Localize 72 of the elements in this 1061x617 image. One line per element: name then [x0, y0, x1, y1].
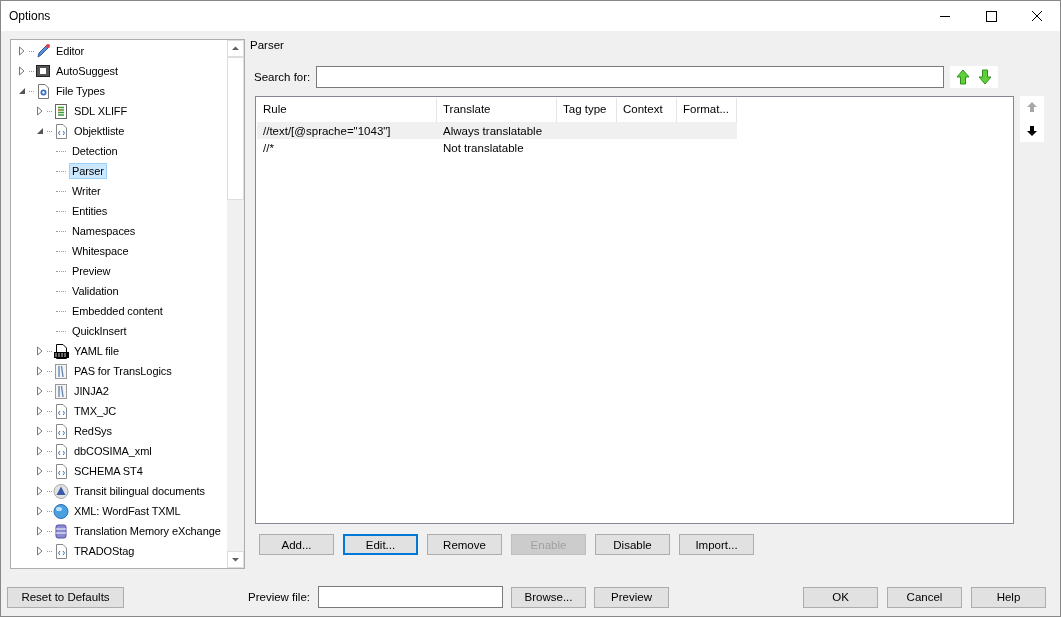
tree-item[interactable]: Validation: [69, 283, 122, 299]
code-file-icon: [53, 462, 69, 480]
tree-item[interactable]: dbCOSIMA_xml: [71, 443, 155, 459]
tree-item[interactable]: RedSys: [71, 423, 115, 439]
reset-button[interactable]: Reset to Defaults: [7, 586, 124, 608]
tree-item[interactable]: Entities: [69, 203, 111, 219]
window-title: Options: [8, 9, 51, 23]
book-icon: [53, 382, 69, 400]
tree-item[interactable]: Translation Memory eXchange: [71, 523, 224, 539]
action-button[interactable]: Import...: [679, 534, 754, 555]
cancel-button[interactable]: Cancel: [887, 586, 962, 608]
move-up-icon[interactable]: [1026, 100, 1038, 114]
scroll-up-icon[interactable]: [227, 40, 244, 57]
arrow-up-icon[interactable]: [956, 69, 971, 85]
tree-item[interactable]: Editor: [53, 43, 88, 59]
code-file-icon: [53, 542, 69, 560]
tree-item[interactable]: SCHEMA ST4: [71, 463, 146, 479]
search-label: Search for:: [254, 71, 311, 83]
table-cell-text: //*: [262, 141, 275, 154]
scrollbar[interactable]: [227, 40, 244, 568]
code-file-icon: [53, 422, 69, 440]
tree-item[interactable]: Embedded content: [69, 303, 166, 319]
tree-item[interactable]: Writer: [69, 183, 104, 199]
preview-button[interactable]: Preview: [594, 586, 669, 608]
pencil-icon: [35, 42, 51, 60]
book-icon: [53, 362, 69, 380]
list-document-icon: [53, 102, 69, 120]
scroll-thumb[interactable]: [227, 57, 244, 200]
code-file-icon: [53, 442, 69, 460]
tree-item[interactable]: Whitespace: [69, 243, 132, 259]
table-cell-text: Always translatable: [442, 124, 544, 137]
tree-item[interactable]: QuickInsert: [69, 323, 130, 339]
tree-item[interactable]: PAS for TransLogics: [71, 363, 175, 379]
tree-item[interactable]: AutoSuggest: [53, 63, 121, 79]
tree-item[interactable]: YAML file: [71, 343, 122, 359]
tree-item[interactable]: SDL XLIFF: [71, 103, 131, 119]
gear-file-icon: [35, 82, 51, 100]
ok-button[interactable]: OK: [803, 586, 878, 608]
table-cell-text: Not translatable: [442, 141, 525, 154]
code-file-icon: [53, 402, 69, 420]
action-button[interactable]: Disable: [595, 534, 670, 555]
tree-item[interactable]: TMX_JC: [71, 403, 120, 419]
tree-item[interactable]: XML: WordFast TXML: [71, 503, 184, 519]
scroll-down-icon[interactable]: [227, 551, 244, 568]
search-field[interactable]: [316, 66, 945, 88]
help-button[interactable]: Help: [971, 586, 1046, 608]
arrow-down-icon[interactable]: [978, 69, 993, 85]
action-button[interactable]: Edit...: [343, 534, 418, 555]
keyboard-icon: [35, 62, 51, 80]
preview-file-field[interactable]: [318, 586, 503, 608]
tree-item[interactable]: Detection: [69, 143, 121, 159]
table-cell-text: //text/[@sprache="1043"]: [262, 124, 392, 137]
code-file-icon: [53, 122, 69, 140]
move-down-icon[interactable]: [1026, 124, 1038, 138]
tree-item[interactable]: Preview: [69, 263, 114, 279]
action-button[interactable]: Add...: [259, 534, 334, 555]
action-button[interactable]: Remove: [427, 534, 502, 555]
group-title: Parser: [250, 39, 285, 53]
tree-item[interactable]: Transit bilingual documents: [71, 483, 208, 499]
table-row[interactable]: //* Not translatable: [257, 139, 737, 156]
tree-item[interactable]: TRADOStag: [71, 543, 138, 559]
yaml-file-icon: [53, 342, 69, 360]
tree-item[interactable]: Parser: [69, 163, 107, 179]
tree-item[interactable]: Objektliste: [71, 123, 128, 139]
globe-icon: [53, 502, 69, 520]
tree-item[interactable]: JINJA2: [71, 383, 112, 399]
database-icon: [53, 522, 69, 540]
preview-file-label: Preview file:: [248, 591, 310, 603]
browse-button[interactable]: Browse...: [511, 586, 586, 608]
tree-item[interactable]: File Types: [53, 83, 108, 99]
table-row[interactable]: //text/[@sprache="1043"] Always translatable: [257, 122, 737, 139]
tree-item[interactable]: Namespaces: [69, 223, 139, 239]
